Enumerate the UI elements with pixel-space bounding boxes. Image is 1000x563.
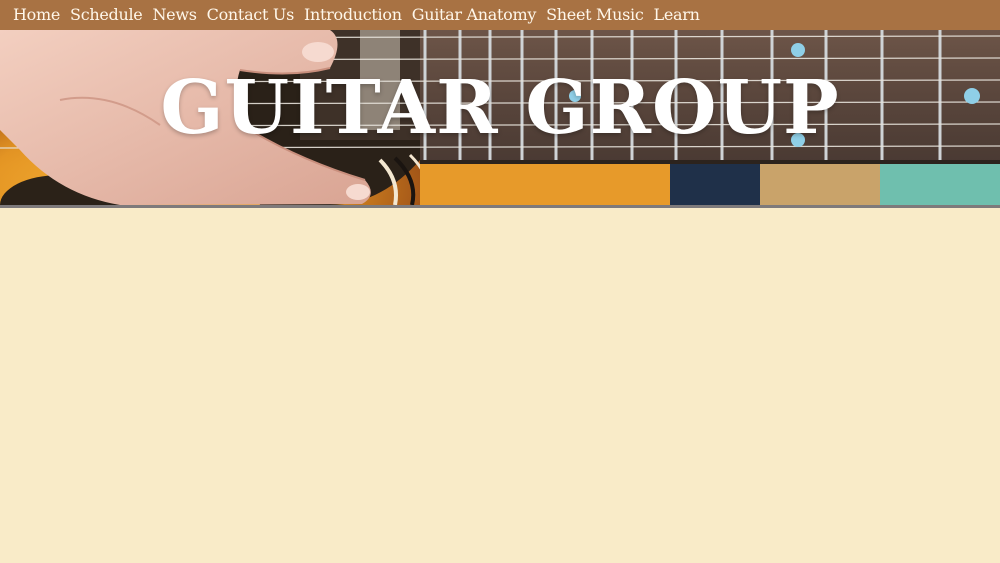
nav-link-home[interactable]: Home — [8, 0, 65, 30]
main-content-area — [0, 208, 1000, 563]
top-navigation-bar: Home Schedule News Contact Us Introducti… — [0, 0, 1000, 30]
hero-banner: GUITAR GROUP — [0, 30, 1000, 205]
nav-link-introduction[interactable]: Introduction — [299, 0, 407, 30]
nav-link-schedule[interactable]: Schedule — [65, 0, 147, 30]
page: Home Schedule News Contact Us Introducti… — [0, 0, 1000, 563]
nav-link-news[interactable]: News — [147, 0, 201, 30]
nav-link-learn[interactable]: Learn — [649, 0, 705, 30]
nav-link-guitar-anatomy[interactable]: Guitar Anatomy — [407, 0, 541, 30]
hero-title: GUITAR GROUP — [160, 65, 840, 151]
nav-link-contact-us[interactable]: Contact Us — [202, 0, 299, 30]
nav-link-sheet-music[interactable]: Sheet Music — [541, 0, 648, 30]
